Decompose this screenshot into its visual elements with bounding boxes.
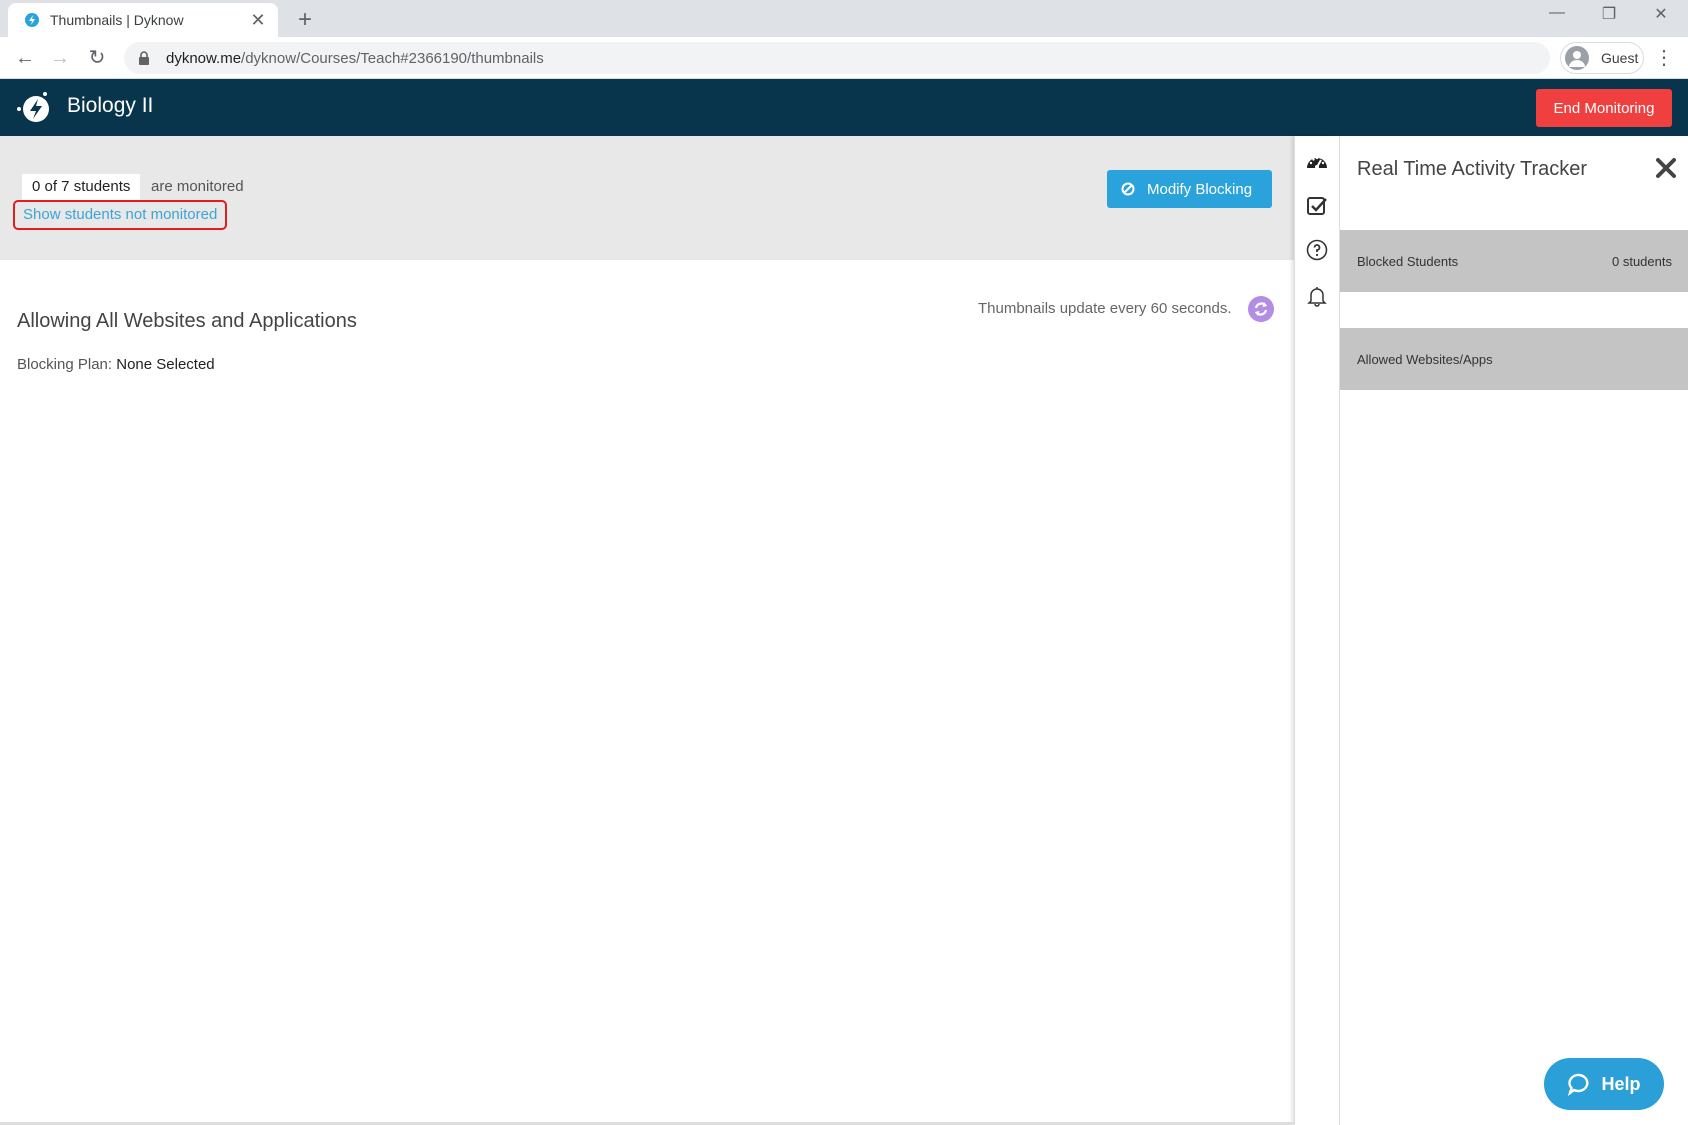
dashboard-gauge-icon[interactable]: [1305, 150, 1329, 174]
plan-heading: Allowing All Websites and Applications: [17, 310, 357, 332]
end-monitoring-button[interactable]: End Monitoring: [1536, 89, 1672, 127]
browser-tab[interactable]: Thumbnails | Dyknow ✕: [8, 3, 278, 37]
tracker-title: Real Time Activity Tracker: [1357, 158, 1588, 180]
dyknow-favicon-icon: [25, 13, 39, 27]
main-content: 0 of 7 students are monitored Show stude…: [0, 136, 1294, 1125]
browser-menu-icon[interactable]: ⋮: [1654, 45, 1674, 71]
blocking-plan: Blocking Plan: None Selected: [17, 356, 215, 373]
tab-close-icon[interactable]: ✕: [244, 10, 272, 31]
window-close-icon[interactable]: ✕: [1638, 4, 1684, 24]
block-icon: [1121, 182, 1135, 196]
question-icon[interactable]: [1305, 238, 1329, 262]
blocked-students-label: Blocked Students: [1357, 253, 1459, 269]
help-button[interactable]: Help: [1544, 1058, 1664, 1110]
close-icon[interactable]: [1654, 156, 1678, 180]
new-tab-icon[interactable]: +: [292, 6, 318, 34]
profile-button[interactable]: Guest: [1560, 42, 1644, 74]
refresh-icon[interactable]: [1248, 296, 1274, 322]
browser-toolbar: ← → ↻ dyknow.me/dyknow/Courses/Teach#236…: [0, 37, 1688, 79]
url-text: dyknow.me/dyknow/Courses/Teach#2366190/t…: [166, 49, 544, 67]
browser-tab-bar: Thumbnails | Dyknow ✕ + — ❐ ✕: [0, 0, 1688, 37]
blocking-plan-value: None Selected: [116, 356, 215, 373]
bell-icon[interactable]: [1305, 284, 1329, 308]
tab-title: Thumbnails | Dyknow: [50, 12, 184, 28]
dyknow-logo-icon: [17, 92, 49, 122]
monitor-bar: 0 of 7 students are monitored Show stude…: [0, 136, 1294, 260]
checklist-icon[interactable]: [1305, 194, 1329, 218]
course-title: Biology II: [67, 94, 154, 117]
side-icon-rail: [1294, 136, 1339, 1125]
app-header: Biology II End Monitoring: [0, 79, 1688, 136]
address-bar[interactable]: dyknow.me/dyknow/Courses/Teach#2366190/t…: [124, 42, 1550, 74]
help-label: Help: [1601, 1073, 1641, 1094]
guest-avatar-icon: [1565, 46, 1589, 70]
modify-blocking-label: Modify Blocking: [1147, 180, 1253, 198]
allowed-websites-label: Allowed Websites/Apps: [1357, 351, 1493, 367]
blocked-students-row[interactable]: Blocked Students 0 students: [1340, 230, 1688, 292]
allowed-websites-row[interactable]: Allowed Websites/Apps: [1340, 328, 1688, 390]
forward-icon[interactable]: →: [47, 45, 73, 71]
show-not-monitored-link[interactable]: Show students not monitored: [13, 200, 228, 230]
modify-blocking-button[interactable]: Modify Blocking: [1107, 170, 1272, 208]
restore-icon[interactable]: ❐: [1586, 4, 1632, 24]
thumbnail-update-text: Thumbnails update every 60 seconds.: [978, 300, 1232, 317]
lock-icon: [139, 51, 149, 65]
blocked-students-count: 0 students: [1612, 253, 1672, 269]
activity-tracker-panel: Real Time Activity Tracker Blocked Stude…: [1339, 136, 1688, 1125]
minimize-icon[interactable]: —: [1534, 4, 1580, 22]
chat-bubble-icon: [1568, 1073, 1589, 1096]
reload-icon[interactable]: ↻: [84, 45, 110, 71]
monitored-suffix: are monitored: [151, 178, 244, 195]
back-icon[interactable]: ←: [12, 45, 38, 71]
monitored-count: 0 of 7 students: [22, 174, 141, 200]
profile-label: Guest: [1601, 50, 1639, 66]
